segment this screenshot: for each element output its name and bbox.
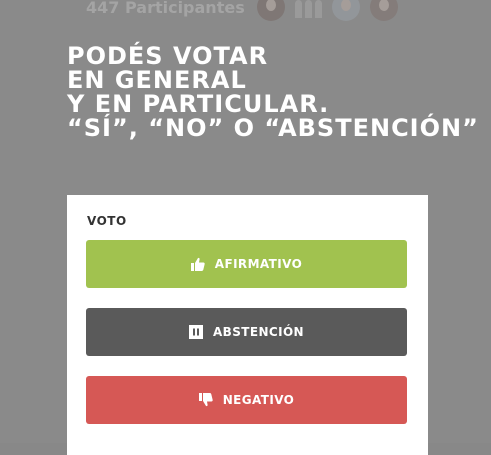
- vote-abstain-button[interactable]: ABSTENCIÓN: [86, 308, 407, 356]
- pause-icon: [188, 325, 203, 339]
- headline-line: “SÍ”, “NO” O “ABSTENCIÓN”: [67, 114, 479, 142]
- vote-yes-button[interactable]: AFIRMATIVO: [86, 240, 407, 288]
- vote-no-button[interactable]: NEGATIVO: [86, 376, 407, 424]
- vote-no-label: NEGATIVO: [222, 393, 295, 407]
- thumbs-up-icon: [190, 257, 205, 271]
- vote-abstain-label: ABSTENCIÓN: [212, 325, 305, 339]
- participant-avatar: [256, 0, 285, 21]
- participants-count: 447 Participantes: [86, 0, 245, 17]
- vote-card: VOTO AFIRMATIVO ABSTENCIÓN NEGATIVO: [67, 195, 428, 455]
- vote-label: VOTO: [87, 214, 127, 228]
- participant-avatar: [369, 0, 398, 21]
- headline-line: Y EN PARTICULAR.: [67, 90, 330, 118]
- participant-placeholder-icons: [294, 0, 322, 18]
- vote-yes-label: AFIRMATIVO: [214, 257, 303, 271]
- participants-bar: 447 Participantes: [86, 0, 398, 21]
- thumbs-down-icon: [198, 393, 213, 407]
- voting-instructions-headline: PODÉS VOTAR EN GENERAL Y EN PARTICULAR. …: [67, 44, 479, 140]
- participant-avatar: [331, 0, 360, 21]
- headline-line: EN GENERAL: [67, 66, 247, 94]
- headline-line: PODÉS VOTAR: [67, 42, 269, 70]
